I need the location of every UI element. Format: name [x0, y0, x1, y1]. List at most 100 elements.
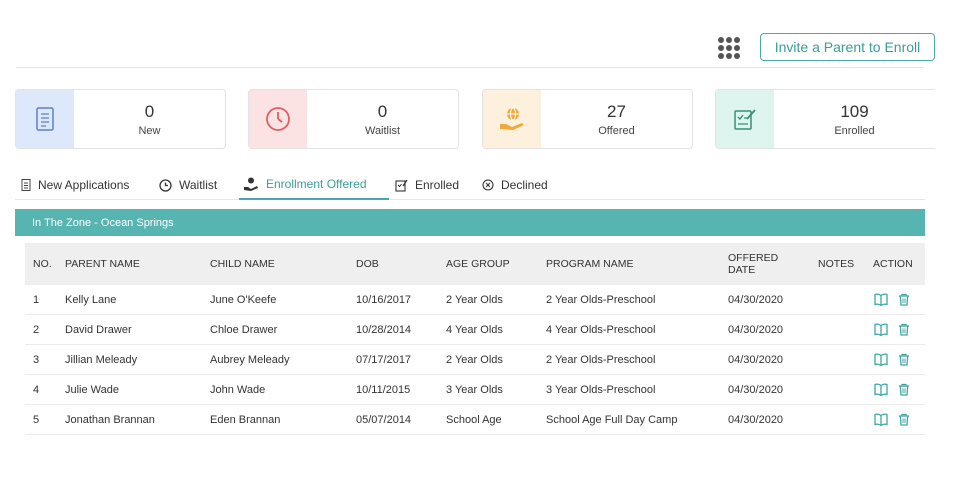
open-book-icon[interactable] — [874, 353, 888, 366]
child-name-cell: Chloe Drawer — [210, 324, 278, 336]
stat-value: 27 — [607, 101, 626, 121]
stat-label: Waitlist — [364, 124, 401, 137]
age-group-cell: 3 Year Olds — [446, 384, 503, 396]
table-row: 2 David Drawer Chloe Drawer 10/28/2014 4 Yea… — [25, 315, 925, 345]
parent-name-cell: Jonathan Brannan — [65, 414, 155, 426]
enrollment-table: NO. PARENT NAME CHILD NAME DOB AGE GROUP… — [25, 243, 925, 440]
offered-date-cell: 04/30/2020 — [728, 414, 784, 426]
column-header: DOB — [356, 258, 379, 270]
table-row: 5 Jonathan Brannan Eden Brannan 05/07/2014 S… — [25, 405, 925, 435]
document-icon — [21, 179, 31, 191]
tab-waitlist[interactable]: Waitlist — [159, 170, 217, 200]
form-check-icon — [395, 179, 408, 192]
child-name-cell: Eden Brannan — [210, 414, 281, 426]
document-icon — [16, 90, 74, 148]
child-name-cell: John Wade — [210, 384, 266, 396]
tab-enrolled[interactable]: Enrolled — [395, 170, 459, 200]
trash-icon[interactable] — [898, 383, 910, 396]
column-header: OFFERED DATE — [728, 252, 779, 276]
row-number-cell: 5 — [33, 414, 40, 426]
program-name-cell: School Age Full Day Camp — [546, 414, 678, 426]
age-group-cell: 2 Year Olds — [446, 354, 503, 366]
stat-label: Offered — [598, 124, 635, 137]
column-header: NO. — [33, 258, 52, 270]
row-actions — [874, 293, 910, 306]
tab-declined[interactable]: Declined — [482, 170, 548, 200]
invite-parent-button[interactable]: Invite a Parent to Enroll — [760, 33, 935, 61]
zone-title-bar: In The Zone - Ocean Springs — [15, 209, 925, 236]
form-check-icon — [716, 90, 774, 148]
program-name-cell: 2 Year Olds-Preschool — [546, 354, 656, 366]
stat-card-offered[interactable]: 27 Offered — [482, 89, 693, 149]
offered-date-cell: 04/30/2020 — [728, 384, 784, 396]
table-row: 4 Julie Wade John Wade 10/11/2015 3 Year Old… — [25, 375, 925, 405]
stat-label: New — [138, 124, 161, 137]
trash-icon[interactable] — [898, 353, 910, 366]
offer-hand-icon — [483, 90, 541, 148]
parent-name-cell: David Drawer — [65, 324, 132, 336]
table-body: 1 Kelly Lane June O'Keefe 10/16/2017 2 Year … — [25, 285, 925, 435]
x-circle-icon — [482, 179, 494, 191]
age-group-cell: 2 Year Olds — [446, 294, 503, 306]
table-header: NO. PARENT NAME CHILD NAME DOB AGE GROUP… — [25, 243, 925, 285]
apps-grid-icon[interactable] — [718, 37, 740, 59]
clock-icon — [249, 90, 307, 148]
tab-label: Enrollment Offered — [266, 177, 367, 191]
dob-cell: 10/11/2015 — [356, 384, 411, 396]
parent-name-cell: Julie Wade — [65, 384, 120, 396]
column-header: ACTION — [873, 258, 913, 270]
age-group-cell: School Age — [446, 414, 502, 426]
stat-value: 0 — [144, 101, 155, 121]
tab-label: Declined — [501, 178, 548, 192]
tab-new-applications[interactable]: New Applications — [21, 170, 129, 200]
row-number-cell: 2 — [33, 324, 40, 336]
stat-value: 0 — [377, 101, 388, 121]
tab-enrollment-offered[interactable]: Enrollment Offered — [239, 170, 389, 200]
tab-label: New Applications — [38, 178, 130, 192]
column-header: NOTES — [818, 258, 855, 270]
table-row: 1 Kelly Lane June O'Keefe 10/16/2017 2 Year … — [25, 285, 925, 315]
tab-bar: New Applications Waitlist Enrollment Off… — [15, 170, 925, 200]
trash-icon[interactable] — [898, 293, 910, 306]
stat-value: 109 — [840, 101, 869, 121]
dob-cell: 10/28/2014 — [356, 324, 412, 336]
dob-cell: 07/17/2017 — [356, 354, 412, 366]
offered-date-cell: 04/30/2020 — [728, 354, 784, 366]
table-row: 3 Jillian Meleady Aubrey Meleady 07/17/2017… — [25, 345, 925, 375]
column-header: CHILD NAME — [210, 258, 275, 270]
trash-icon[interactable] — [898, 323, 910, 336]
child-name-cell: June O'Keefe — [210, 294, 277, 306]
open-book-icon[interactable] — [874, 323, 888, 336]
stat-card-waitlist[interactable]: 0 Waitlist — [248, 89, 459, 149]
program-name-cell: 4 Year Olds-Preschool — [546, 324, 656, 336]
column-header: PARENT NAME — [65, 258, 140, 270]
dob-cell: 10/16/2017 — [356, 294, 412, 306]
row-number-cell: 4 — [33, 384, 40, 396]
row-actions — [874, 383, 910, 396]
row-actions — [874, 353, 910, 366]
parent-name-cell: Kelly Lane — [65, 294, 117, 306]
open-book-icon[interactable] — [874, 413, 888, 426]
person-hand-icon — [244, 177, 258, 191]
offered-date-cell: 04/30/2020 — [728, 324, 784, 336]
program-name-cell: 3 Year Olds-Preschool — [546, 384, 656, 396]
stat-card-enrolled[interactable]: 109 Enrolled — [715, 89, 935, 149]
open-book-icon[interactable] — [874, 293, 888, 306]
age-group-cell: 4 Year Olds — [446, 324, 503, 336]
stat-card-new[interactable]: 0 New — [15, 89, 226, 149]
row-actions — [874, 413, 910, 426]
parent-name-cell: Jillian Meleady — [65, 354, 138, 366]
offered-date-cell: 04/30/2020 — [728, 294, 784, 306]
dob-cell: 05/07/2014 — [356, 414, 412, 426]
trash-icon[interactable] — [898, 413, 910, 426]
program-name-cell: 2 Year Olds-Preschool — [546, 294, 656, 306]
open-book-icon[interactable] — [874, 383, 888, 396]
clock-icon — [159, 178, 172, 192]
row-actions — [874, 323, 910, 336]
row-number-cell: 1 — [33, 294, 40, 306]
stats-cards: 0 New 0 Waitlist 27 Offered 109 Enrolled — [15, 89, 935, 149]
tab-label: Enrolled — [415, 178, 460, 192]
child-name-cell: Aubrey Meleady — [210, 354, 290, 366]
tab-label: Waitlist — [179, 178, 218, 192]
row-number-cell: 3 — [33, 354, 40, 366]
